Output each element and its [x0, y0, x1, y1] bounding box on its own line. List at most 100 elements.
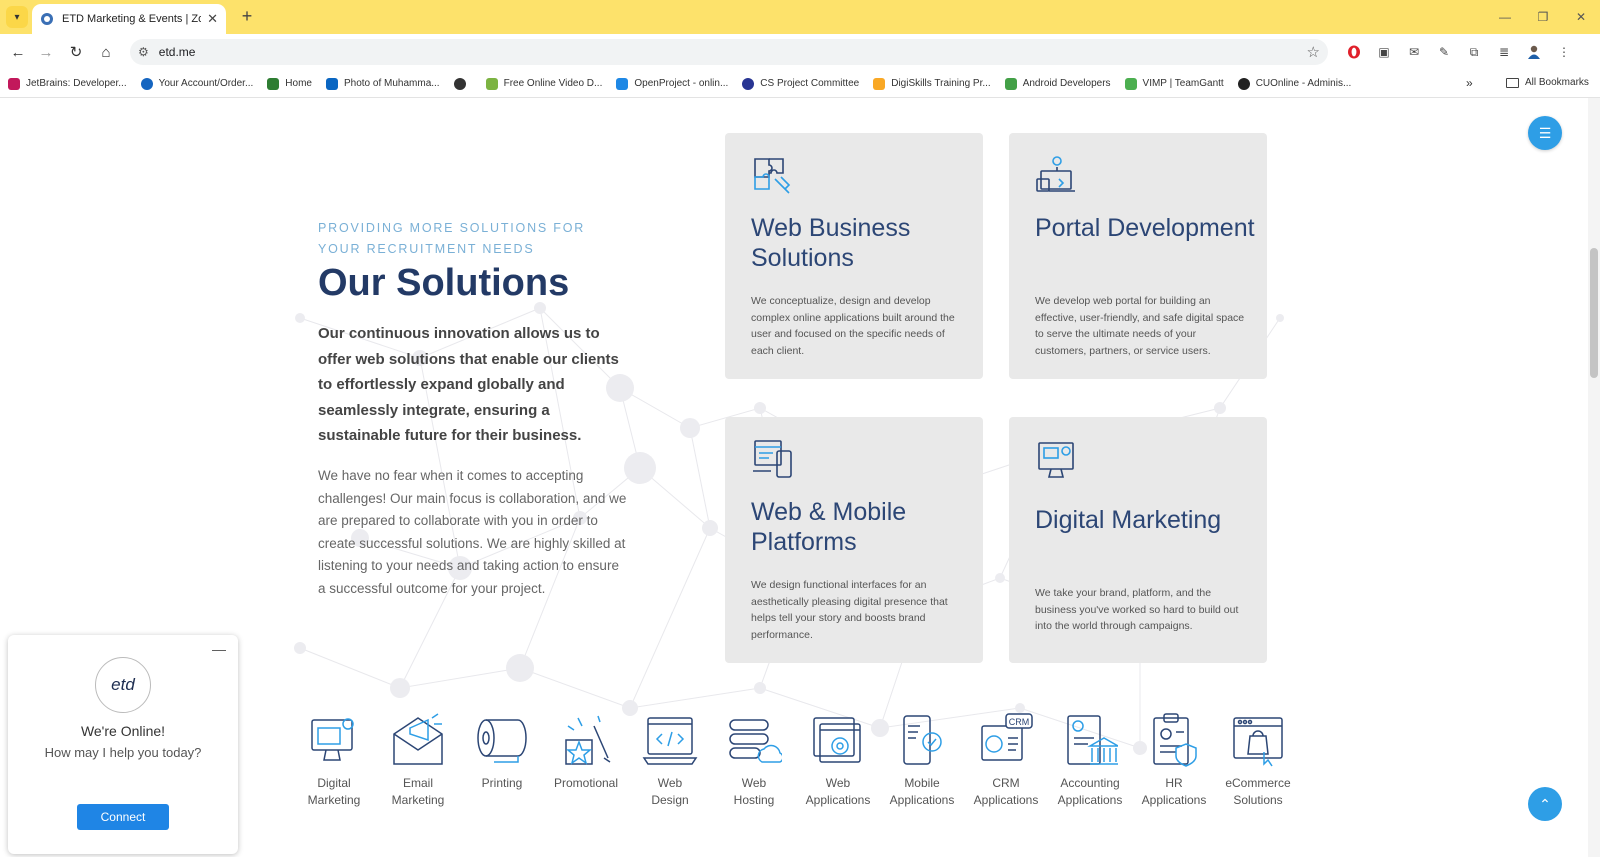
bookmark-item[interactable]: Home [267, 77, 312, 90]
browser-menu-icon[interactable]: ⋮ [1554, 42, 1574, 62]
portal-gear-icon [1036, 156, 1075, 192]
service-web-hosting[interactable]: Web Hosting [712, 712, 796, 809]
extension-icon-4[interactable]: ✎ [1434, 42, 1454, 62]
back-arrow-icon[interactable]: ← [8, 42, 28, 62]
solution-card-web-business[interactable]: Web Business Solutions We conceptualize,… [725, 133, 983, 379]
service-promotional[interactable]: Promotional [544, 712, 628, 792]
forward-arrow-icon[interactable]: → [36, 42, 56, 62]
bookmark-item[interactable]: Android Developers [1004, 77, 1111, 90]
puzzle-icon [754, 158, 791, 194]
service-label: Digital Marketing [307, 776, 361, 807]
back-to-top-button[interactable]: ⌃ [1528, 787, 1562, 821]
service-label: Web Design [651, 776, 689, 807]
opera-extension-icon[interactable] [1344, 42, 1364, 62]
promotional-icon [565, 715, 611, 765]
service-ecommerce-solutions[interactable]: eCommerce Solutions [1216, 712, 1300, 809]
close-tab-icon[interactable]: ✕ [207, 11, 218, 27]
service-hr-applications[interactable]: HR Applications [1132, 712, 1216, 809]
web-app-gear-icon [813, 717, 861, 763]
card-description: We take your brand, platform, and the bu… [1035, 587, 1239, 632]
digital-marketing-icon [1038, 442, 1074, 478]
tab-title: ETD Marketing & Events | Zoho [62, 13, 202, 25]
service-label: Email Marketing [391, 776, 445, 807]
extension-icon-2[interactable]: ▣ [1374, 42, 1394, 62]
bookmarks-bar: JetBrains: Developer... Your Account/Ord… [0, 70, 1600, 98]
minimize-chat-icon[interactable]: — [212, 641, 226, 657]
page-title: Our Solutions [318, 262, 570, 304]
url-text[interactable]: etd.me [159, 45, 196, 59]
all-bookmarks-button[interactable]: All Bookmarks [1506, 77, 1589, 88]
bookmarks-overflow-button[interactable]: » [1466, 76, 1473, 90]
bookmark-item[interactable]: CS Project Committee [742, 77, 859, 90]
company-logo: etd [95, 657, 151, 713]
paper-roll-icon [477, 719, 527, 763]
web-mobile-icon [753, 440, 792, 478]
service-label: Web Hosting [733, 776, 775, 807]
solution-card-web-mobile[interactable]: Web & Mobile Platforms We design functio… [725, 417, 983, 663]
service-mobile-applications[interactable]: Mobile Applications [880, 712, 964, 809]
browser-tab-bar: ▾ ETD Marketing & Events | Zoho ✕ + — ❐ … [0, 0, 1600, 34]
section-eyebrow: PROVIDING MORE SOLUTIONS FOR YOUR RECRUI… [318, 221, 586, 256]
service-crm-applications[interactable]: CRM CRM Applications [964, 712, 1048, 809]
bookmark-star-icon[interactable]: ☆ [1307, 43, 1320, 61]
close-window-icon[interactable]: ✕ [1562, 0, 1600, 34]
reload-icon[interactable]: ↻ [66, 42, 86, 62]
service-label: Web Applications [805, 776, 871, 807]
service-web-design[interactable]: Web Design [628, 712, 712, 809]
service-digital-marketing[interactable]: Digital Marketing [292, 712, 376, 809]
home-icon[interactable]: ⌂ [96, 42, 116, 62]
chat-subtitle: How may I help you today? [44, 745, 202, 760]
service-label: Printing [481, 776, 523, 790]
hr-clipboard-icon [1153, 713, 1197, 767]
minimize-window-icon[interactable]: — [1486, 0, 1524, 34]
new-tab-button[interactable]: + [236, 6, 258, 28]
active-tab[interactable]: ETD Marketing & Events | Zoho ✕ [32, 4, 226, 34]
scrollbar-thumb[interactable] [1590, 248, 1598, 378]
browser-toolbar: ← → ↻ ⌂ ⚙ etd.me ☆ ▣ ✉ ✎ ⧉ ≣ ⋮ [0, 34, 1600, 70]
service-label: eCommerce Solutions [1225, 776, 1291, 807]
folder-icon [1506, 77, 1519, 88]
card-description: We design functional interfaces for an a… [751, 579, 948, 641]
crm-icon: CRM [981, 713, 1033, 761]
profile-avatar-icon[interactable] [1524, 42, 1544, 62]
service-printing[interactable]: Printing [460, 712, 544, 792]
services-row: Digital Marketing Email Marketing Printi… [300, 712, 1291, 812]
lead-paragraph: Our continuous innovation allows us to o… [318, 325, 619, 444]
tab-list-button[interactable]: ▾ [6, 6, 28, 28]
bookmark-item[interactable]: DigiSkills Training Pr... [873, 77, 991, 90]
site-favicon-icon [41, 13, 53, 25]
extension-icon-3[interactable]: ✉ [1404, 42, 1424, 62]
service-web-applications[interactable]: Web Applications [796, 712, 880, 809]
solution-card-portal-development[interactable]: Portal Development We develop web portal… [1009, 133, 1267, 379]
service-accounting-applications[interactable]: Accounting Applications [1048, 712, 1132, 809]
card-description: We develop web portal for building an ef… [1035, 295, 1245, 357]
service-label: HR Applications [1141, 776, 1207, 807]
connect-button[interactable]: Connect [77, 804, 169, 830]
solution-card-digital-marketing[interactable]: Digital Marketing We take your brand, pl… [1009, 417, 1267, 663]
bookmark-item[interactable]: Your Account/Order... [140, 77, 253, 90]
service-email-marketing[interactable]: Email Marketing [376, 712, 460, 809]
service-label: Mobile Applications [889, 776, 955, 807]
page-viewport: PROVIDING MORE SOLUTIONS FOR YOUR RECRUI… [0, 98, 1600, 857]
bookmark-item[interactable]: Free Online Video D... [485, 77, 602, 90]
svg-text:CRM: CRM [1009, 717, 1030, 727]
page-scrollbar[interactable] [1588, 98, 1600, 857]
site-info-icon[interactable]: ⚙ [138, 45, 149, 59]
menu-hamburger-button[interactable]: ☰ [1528, 116, 1562, 150]
body-paragraph: We have no fear when it comes to accepti… [318, 468, 627, 596]
card-title: Web & Mobile Platforms [751, 498, 907, 556]
chat-title: We're Online! [80, 723, 166, 739]
restore-window-icon[interactable]: ❐ [1524, 0, 1562, 34]
bookmark-item[interactable] [453, 77, 472, 90]
email-megaphone-icon [393, 713, 443, 765]
extensions-puzzle-icon[interactable]: ⧉ [1464, 42, 1484, 62]
card-title: Digital Marketing [1035, 506, 1222, 534]
media-controls-icon[interactable]: ≣ [1494, 42, 1514, 62]
bookmark-item[interactable]: Photo of Muhamma... [325, 77, 440, 90]
bookmark-item[interactable]: JetBrains: Developer... [8, 77, 127, 90]
address-bar[interactable]: ⚙ etd.me ☆ [130, 39, 1328, 65]
card-title: Web Business Solutions [751, 214, 911, 272]
bookmark-item[interactable]: OpenProject - onlin... [616, 77, 728, 90]
bookmark-item[interactable]: VIMP | TeamGantt [1124, 77, 1224, 90]
bookmark-item[interactable]: CUOnline - Adminis... [1237, 77, 1351, 90]
